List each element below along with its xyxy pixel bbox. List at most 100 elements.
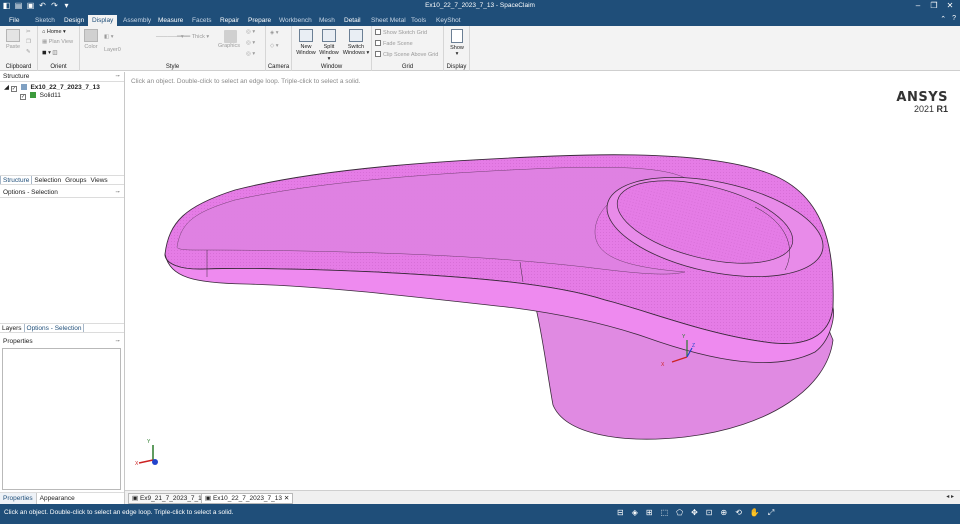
zoom-icon[interactable]: ⊕ [720,508,727,518]
split-window-button[interactable]: Split Window ▾ [318,29,340,62]
box-select-icon[interactable]: ⬚ [661,508,669,518]
minimize-button[interactable]: – [910,0,926,13]
tab-sketch[interactable]: Sketch [31,15,59,26]
graphics-button[interactable]: Graphics [218,30,240,49]
tab-sheet-metal[interactable]: Sheet Metal [367,15,410,26]
layer-dropdown[interactable]: ◧ ▾ [104,34,114,40]
plan-view-button[interactable]: ▦ Plan View [42,39,73,45]
paste-button[interactable]: Paste [4,29,22,50]
cut-icon[interactable]: ✂ [26,29,31,35]
left-panel: Structure ⭬ ◢ ✓ Ex10_22_7_2023_7_13 ✓ So… [0,72,125,504]
switch-windows-label-2: Windows [342,50,365,56]
zoom-extents-icon[interactable]: ⤢ [768,508,774,518]
format-painter-icon[interactable]: ✎ [26,49,31,55]
collapse-ribbon-icon[interactable]: ⌃ [940,15,946,23]
show-sketch-grid-label: Show Sketch Grid [383,30,428,36]
view-cube-button[interactable]: ◼ ▾ ◫ [42,50,58,56]
color-button[interactable]: Color [82,29,100,50]
tab-measure[interactable]: Measure [154,15,187,26]
tab-scroll-buttons[interactable]: ◂ ▸ [946,493,954,500]
pin-icon[interactable]: ⭬ [115,72,120,82]
triad-toggle-icon[interactable]: ✥ [691,508,698,518]
shading-mode-icon[interactable]: ◎ ▾ [246,51,255,57]
switch-windows-button[interactable]: Switch Windows ▾ [342,29,370,56]
pin-icon[interactable]: ⭬ [115,188,120,198]
properties-grid[interactable] [2,348,121,490]
show-sketch-grid-option[interactable]: Show Sketch Grid [375,29,427,36]
tab-design[interactable]: Design [60,15,88,26]
group-label-camera: Camera [267,64,290,70]
structure-panel-header: Structure ⭬ [0,72,124,82]
close-button[interactable]: ✕ [942,0,958,13]
tab-properties[interactable]: Properties [0,493,37,504]
tab-selection[interactable]: Selection [32,176,63,184]
tab-assembly[interactable]: Assembly [119,15,155,26]
new-window-button[interactable]: New Window [294,29,318,56]
tab-prepare[interactable]: Prepare [244,15,275,26]
tab-groups[interactable]: Groups [63,176,88,184]
ribbon-tab-bar: File Sketch Design Display Assembly Meas… [0,13,960,26]
document-icon [20,84,27,90]
tab-structure[interactable]: Structure [0,176,33,184]
properties-panel-header: Properties ⭬ [0,337,124,347]
snap-icon[interactable]: ⊞ [646,508,653,518]
render-mode-icon[interactable]: ◎ ▾ [246,29,255,35]
camera-icon[interactable]: ◈ ▾ [270,30,279,36]
show-label: Show [450,45,464,51]
handle-solid-model[interactable]: Y Z X Y X [125,72,960,490]
status-message: Click an object. Double-click to select … [4,509,234,516]
tab-options-selection[interactable]: Options - Selection [23,324,85,332]
title-bar: ◧ ▤ ▣ ↶ ↷ ▾ Ex10_22_7_2023_7_13 - SpaceC… [0,0,960,13]
tree-solid-item[interactable]: ✓ Solid11 [20,92,61,100]
line-weight-dropdown[interactable]: ━━━━ Thick ▾ [177,34,209,40]
show-button[interactable]: Show ▾ [447,29,467,57]
tab-file[interactable]: File [5,15,23,26]
doc-tab-label: Ex10_22_7_2023_7_13 [212,495,283,502]
expand-icon[interactable]: ◢ [4,84,9,91]
selection-filter-icon[interactable]: ⊟ [617,508,624,518]
home-button[interactable]: ⌂ Home ▾ [42,29,66,35]
group-window: New Window Split Window ▾ Switch Windows… [292,26,372,71]
solid-icon [29,92,36,98]
tab-mesh[interactable]: Mesh [315,15,339,26]
group-grid: Show Sketch Grid Fade Scene Clip Scene A… [372,26,444,71]
close-tab-icon[interactable]: ✕ [284,495,289,502]
help-icon[interactable]: ? [952,15,956,23]
visibility-checkbox[interactable]: ✓ [10,86,17,92]
section-icon[interactable]: ⊡ [706,508,713,518]
copy-icon[interactable]: ❐ [26,39,31,45]
tab-appearance[interactable]: Appearance [37,493,78,504]
fade-scene-option[interactable]: Fade Scene [375,40,413,47]
tab-detail[interactable]: Detail [340,15,365,26]
tree-root-item[interactable]: ◢ ✓ Ex10_22_7_2023_7_13 [4,84,100,92]
group-display: Show ▾ Display [444,26,470,71]
fade-scene-label: Fade Scene [383,41,413,47]
lasso-icon[interactable]: ⬠ [676,508,683,518]
tab-facets[interactable]: Facets [188,15,216,26]
rotate-icon[interactable]: ⟲ [735,508,742,518]
smart-select-icon[interactable]: ◈ [632,508,638,518]
tab-layers[interactable]: Layers [0,324,24,332]
pan-icon[interactable]: ✋ [750,508,760,518]
properties-tabs: Properties Appearance [0,492,124,504]
doc-icon: ▣ [132,495,139,502]
doc-tab-ex9[interactable]: ▣ Ex9_21_7_2023_7_13 [128,493,210,504]
visibility-checkbox[interactable]: ✓ [20,94,26,100]
restore-button[interactable]: ❐ [926,0,942,13]
tab-keyshot[interactable]: KeyShot [432,15,465,26]
tab-views[interactable]: Views [88,176,109,184]
perspective-icon[interactable]: ◇ ▾ [270,43,279,49]
tab-workbench[interactable]: Workbench [275,15,316,26]
split-window-icon [322,29,336,42]
tab-tools[interactable]: Tools [407,15,430,26]
doc-tab-ex10[interactable]: ▣ Ex10_22_7_2023_7_13 ✕ [201,493,294,504]
tab-display[interactable]: Display [88,15,118,26]
color-label: Color [84,44,98,50]
edge-mode-icon[interactable]: ◎ ▾ [246,40,255,46]
graphics-viewport[interactable]: Click an object. Double-click to select … [125,72,960,490]
tab-repair[interactable]: Repair [216,15,243,26]
pin-icon[interactable]: ⭬ [115,337,120,347]
doc-tab-label: Ex9_21_7_2023_7_13 [139,495,206,502]
plan-view-label: Plan View [48,39,74,45]
clip-scene-option[interactable]: Clip Scene Above Grid [375,51,438,58]
